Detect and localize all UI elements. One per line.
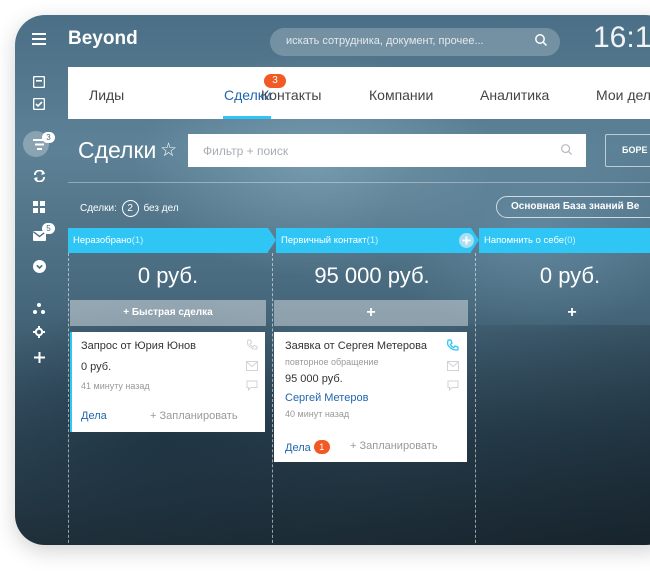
knowledge-base-button[interactable]: Основная База знаний Ве	[496, 196, 650, 218]
deal-time: 41 минуту назад	[81, 381, 150, 391]
deal-title[interactable]: Заявка от Сергея Метерова	[285, 340, 427, 352]
column-count: (1)	[366, 235, 379, 246]
chevron-down-icon[interactable]	[30, 257, 48, 275]
deal-amount: 0 руб.	[81, 361, 112, 373]
filter-input[interactable]: Фильтр + поиск	[188, 134, 586, 167]
deal-amount: 95 000 руб.	[285, 373, 343, 385]
sync-icon[interactable]	[30, 167, 48, 185]
deal-card[interactable]: Запрос от Юрия Юнов 0 руб. 41 минуту наз…	[70, 332, 265, 432]
phone-icon[interactable]	[446, 339, 459, 352]
feed-icon[interactable]	[30, 73, 48, 91]
clock: 16:1	[593, 21, 650, 54]
card-accent-bar	[70, 332, 72, 432]
deals-label: Сделки:	[80, 203, 117, 214]
page-title: Сделки	[78, 137, 157, 163]
deals-suffix: без дел	[143, 203, 179, 214]
quick-deal-button[interactable]: + Быстрая сделка	[70, 300, 266, 326]
add-deal-button[interactable]: +	[477, 300, 650, 326]
tab-deals-badge: 3	[264, 74, 286, 88]
column-sum: 0 руб.	[539, 263, 601, 288]
column-header-remind[interactable]: Напомнить о себе(0)	[479, 228, 650, 253]
search-input[interactable]: искать сотрудника, документ, прочее...	[270, 28, 560, 56]
column-arrow	[268, 228, 276, 252]
filter-placeholder: Фильтр + поиск	[203, 144, 289, 158]
column-sum: 0 руб.	[137, 263, 199, 288]
tab-analytics[interactable]: Аналитика	[480, 87, 549, 103]
chat-icon[interactable]	[246, 380, 258, 391]
app-window: 3 5 Beyond искать сотрудника, документ, …	[15, 15, 650, 545]
add-icon[interactable]	[30, 348, 48, 366]
column-name: Первичный контакт	[281, 235, 367, 246]
column-name: Неразобрано	[73, 235, 132, 246]
deal-tasks-link[interactable]: Дела	[81, 410, 107, 422]
tab-my-tasks[interactable]: Мои дел	[596, 87, 650, 103]
left-sidebar: 3 5	[15, 15, 65, 545]
deals-count[interactable]: 2	[121, 200, 139, 217]
action-button[interactable]: БОРЕ	[605, 134, 650, 167]
deal-contact-link[interactable]: Сергей Метеров	[285, 392, 368, 404]
structure-icon[interactable]	[30, 299, 48, 317]
schedule-link[interactable]: + Запланировать	[350, 440, 438, 452]
mail-icon[interactable]	[447, 361, 459, 371]
deal-tasks-label: Дела	[285, 442, 311, 454]
crm-tabs: Лиды Сделки 3 Контакты Компании Аналитик…	[68, 67, 650, 119]
menu-icon[interactable]	[30, 30, 48, 48]
column-count: (1)	[131, 235, 144, 246]
mail-badge: 5	[42, 223, 55, 234]
deals-summary: Сделки: 2 без дел	[80, 200, 179, 217]
deal-time: 40 минут назад	[285, 409, 350, 419]
add-deal-button[interactable]: +	[274, 300, 468, 326]
deal-card[interactable]: Заявка от Сергея Метерова повторное обра…	[274, 332, 467, 462]
active-tab-underline	[223, 116, 271, 119]
deals-badge: 3	[42, 132, 55, 143]
chat-icon[interactable]	[447, 380, 459, 391]
search-placeholder: искать сотрудника, документ, прочее...	[286, 35, 484, 47]
column-sum: 95 000 руб.	[314, 263, 430, 288]
column-name: Напомнить о себе	[484, 235, 565, 246]
schedule-link[interactable]: + Запланировать	[150, 410, 238, 422]
grid-icon[interactable]	[30, 198, 48, 216]
divider	[68, 182, 650, 183]
deal-tasks-link[interactable]: Дела 1	[285, 440, 330, 454]
settings-icon[interactable]	[30, 323, 48, 341]
tab-contacts[interactable]: Контакты	[261, 87, 321, 103]
column-divider	[475, 253, 476, 545]
mail-icon[interactable]	[246, 361, 258, 371]
add-column-icon[interactable]	[459, 233, 474, 248]
app-logo[interactable]: Beyond	[68, 28, 138, 50]
tab-companies[interactable]: Компании	[369, 87, 433, 103]
star-icon[interactable]: ☆	[160, 139, 177, 162]
phone-icon[interactable]	[246, 339, 258, 351]
column-header-first-contact[interactable]: Первичный контакт(1)	[276, 228, 471, 253]
search-icon[interactable]	[560, 143, 573, 156]
search-icon[interactable]	[534, 33, 548, 47]
deal-title[interactable]: Запрос от Юрия Юнов	[81, 340, 196, 352]
column-divider	[272, 253, 273, 545]
column-header-unsorted[interactable]: Неразобрано(1)	[68, 228, 268, 253]
tasks-icon[interactable]	[30, 95, 48, 113]
tab-leads[interactable]: Лиды	[89, 87, 124, 103]
column-count: (0)	[564, 235, 576, 246]
deal-subtitle: повторное обращение	[285, 357, 379, 367]
column-divider	[68, 253, 69, 545]
tasks-badge: 1	[313, 440, 330, 454]
